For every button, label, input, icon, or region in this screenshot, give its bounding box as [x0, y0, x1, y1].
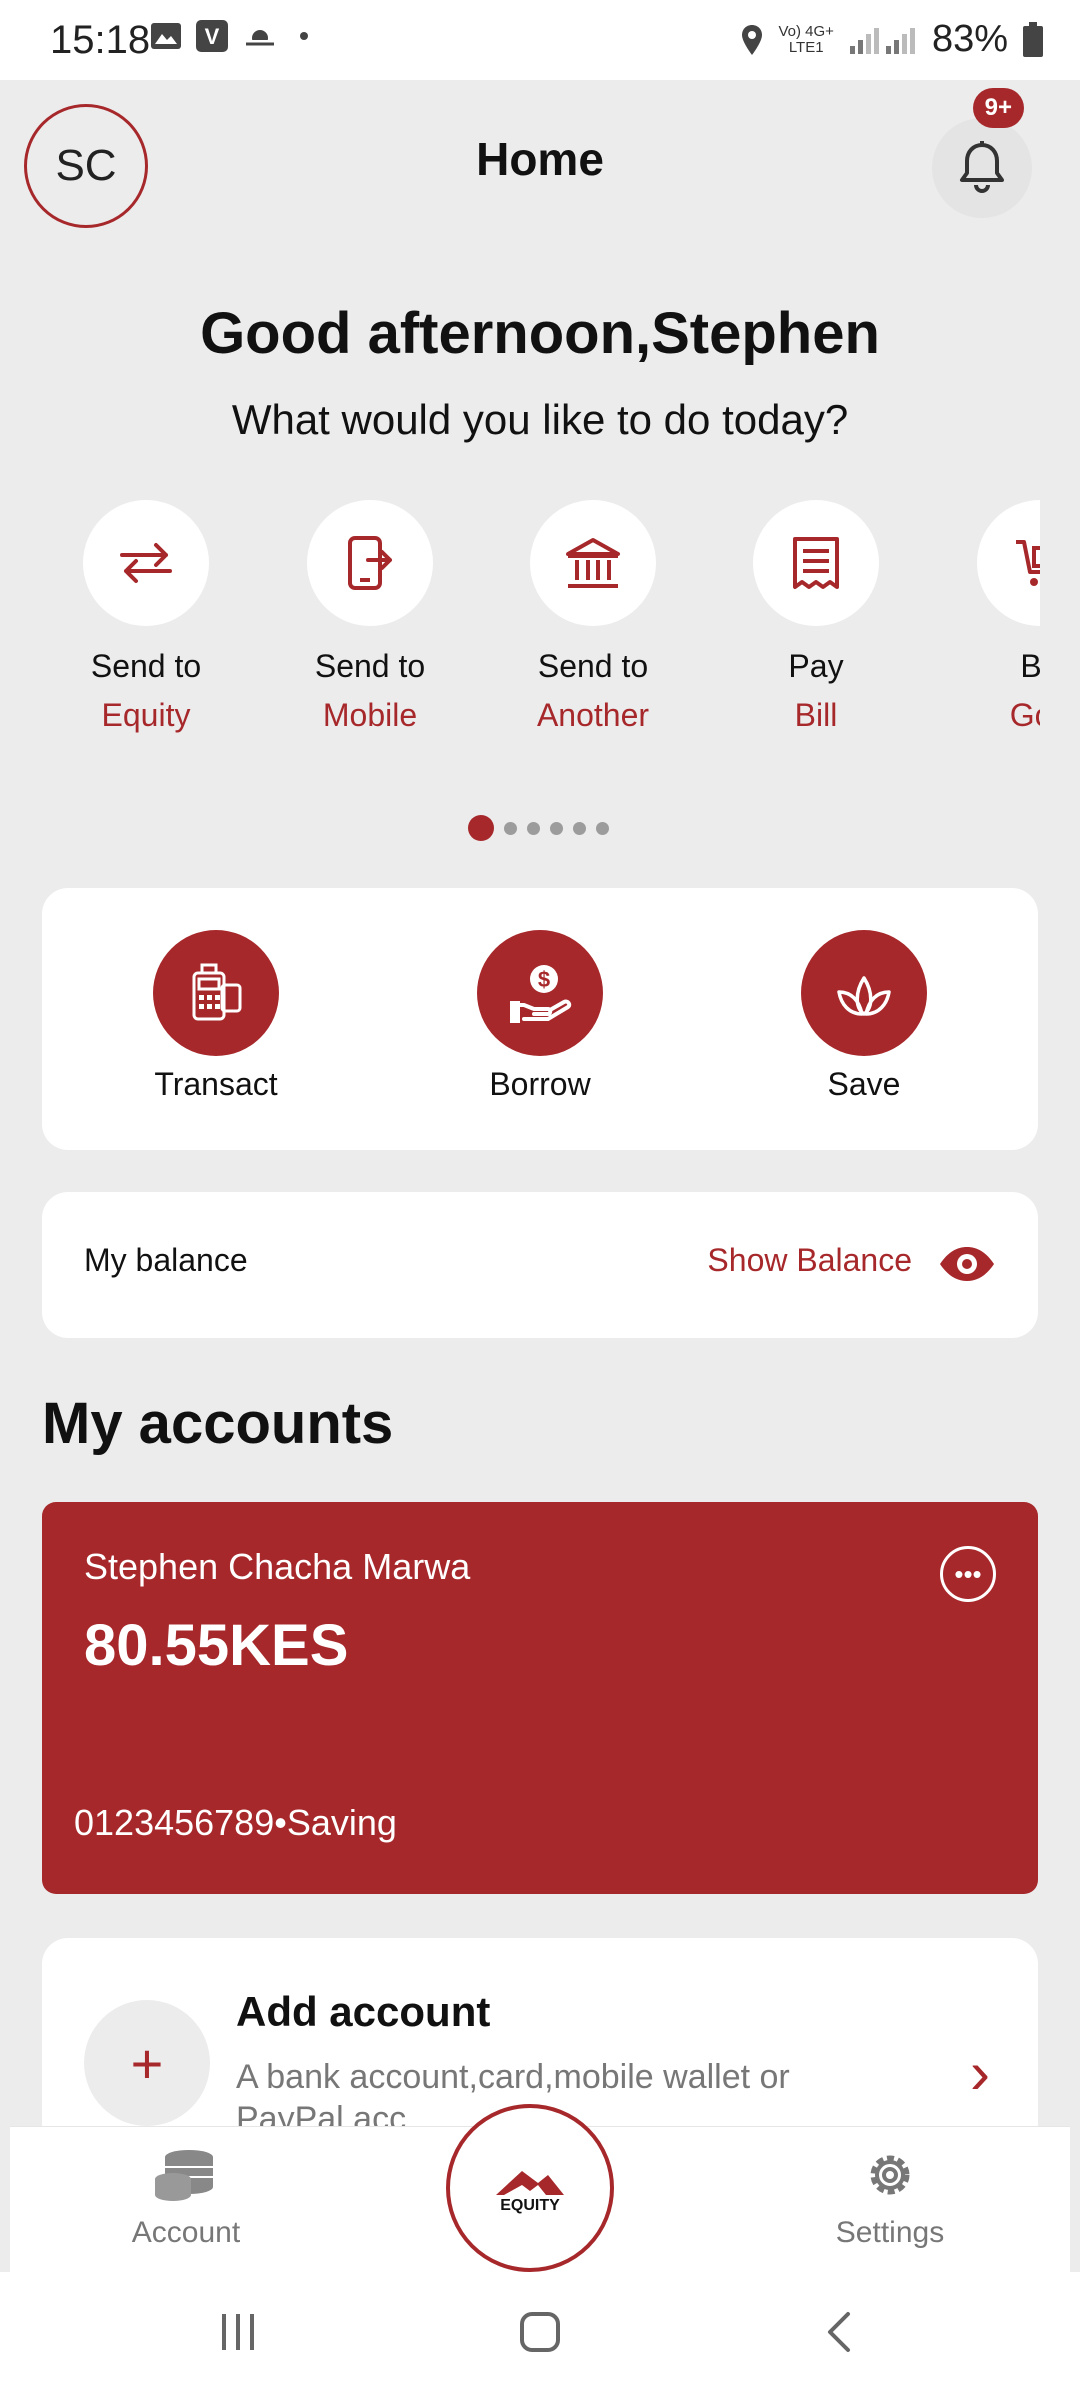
- carousel-dot: [527, 821, 540, 835]
- equity-logo-icon: [496, 2171, 564, 2195]
- svg-text:V: V: [205, 24, 220, 49]
- quick-action-line1: Bu: [1020, 648, 1040, 684]
- account-card[interactable]: Stephen Chacha Marwa 80.55KES ••• 012345…: [42, 1502, 1038, 1894]
- greeting-subtitle: What would you like to do today?: [231, 396, 849, 443]
- carousel-dot: [573, 821, 586, 835]
- transfer-arrows-icon: [120, 543, 172, 583]
- cart-icon: [1016, 540, 1040, 586]
- status-left-icons: V: [150, 20, 308, 52]
- hand-money-icon: $: [510, 965, 572, 1023]
- notification-badge: 9+: [972, 88, 1024, 128]
- carousel-dot: [596, 821, 609, 835]
- quick-action-line2: Bill: [794, 697, 838, 733]
- quick-action-send-to-another[interactable]: Send to Another: [493, 500, 693, 734]
- add-account-title: Add account: [236, 1988, 491, 2035]
- save-circle: [801, 930, 927, 1056]
- account-number: 0123456789•Saving: [74, 1802, 397, 1843]
- quick-action-line2: Equity: [101, 697, 191, 733]
- balance-card: My balance Show Balance: [42, 1192, 1038, 1338]
- battery-icon: [1023, 21, 1043, 57]
- gallery-icon: [151, 23, 181, 49]
- borrow-label: Borrow: [489, 1066, 591, 1102]
- equity-home-button[interactable]: EQUITY: [446, 2104, 614, 2272]
- coins-stack-icon: [155, 2150, 213, 2201]
- signal-icon: [849, 27, 915, 54]
- quick-action-circle: [307, 500, 433, 626]
- nav-account[interactable]: Account: [86, 2147, 286, 2250]
- quick-action-line1: Send to: [314, 648, 426, 684]
- bell-icon: [960, 141, 1004, 193]
- show-balance-link[interactable]: Show Balance: [707, 1242, 912, 1279]
- eye-icon[interactable]: [938, 1244, 996, 1284]
- carousel-dot: [550, 821, 563, 835]
- nav-settings-label: Settings: [835, 2216, 945, 2249]
- save-label: Save: [827, 1066, 901, 1102]
- equity-logo-text: EQUITY: [500, 2197, 560, 2214]
- bank-icon: [566, 538, 620, 588]
- quick-action-circle: [977, 500, 1040, 626]
- page-title: Home: [476, 133, 604, 185]
- quick-action-send-to-mobile[interactable]: Send to Mobile: [270, 500, 470, 734]
- back-icon[interactable]: [820, 2310, 864, 2354]
- quick-action-line1: Send to: [90, 648, 202, 684]
- gear-icon: [870, 2155, 910, 2195]
- status-right: Vo) 4G+ LTE1 83%: [740, 18, 1044, 61]
- battery-percent: 83%: [931, 18, 1008, 60]
- notifications-button[interactable]: [932, 118, 1032, 218]
- status-bar: 15:18 V Vo) 4G+ LTE1 83%: [0, 0, 1080, 80]
- greeting-title: Good afternoon,Stephen: [200, 301, 880, 366]
- mobile-send-icon: [348, 536, 392, 590]
- save-button[interactable]: Save: [754, 930, 974, 1103]
- svg-text:$: $: [538, 967, 550, 992]
- quick-action-line2: Goo: [1009, 697, 1040, 733]
- carousel-dot-active: [468, 815, 494, 841]
- recent-apps-icon[interactable]: [216, 2310, 260, 2354]
- nav-account-label: Account: [131, 2216, 241, 2249]
- quick-action-pay-bill[interactable]: Pay Bill: [716, 500, 916, 734]
- account-balance: 80.55KES: [84, 1613, 349, 1678]
- carousel-indicator: [468, 815, 609, 841]
- quick-action-line2: Mobile: [322, 697, 418, 733]
- my-accounts-title: My accounts: [42, 1391, 394, 1456]
- quick-action-circle: [753, 500, 879, 626]
- status-dot-icon: [300, 32, 308, 40]
- bill-icon: [793, 537, 839, 589]
- balance-label: My balance: [84, 1242, 248, 1278]
- quick-action-send-to-equity[interactable]: Send to Equity: [46, 500, 246, 734]
- main-actions-card: Transact $ Borrow Save: [42, 888, 1038, 1150]
- nav-settings[interactable]: Settings: [790, 2147, 990, 2250]
- network-type: Vo) 4G+ LTE1: [778, 22, 834, 56]
- location-icon: [742, 24, 763, 55]
- network-bottom-text: LTE1: [788, 38, 824, 56]
- more-options-icon[interactable]: •••: [940, 1546, 996, 1602]
- quick-action-buy-goods[interactable]: Bu Goo: [940, 500, 1040, 734]
- chevron-right-icon: ›: [970, 2039, 990, 2106]
- app-header: SC Home 9+: [0, 80, 1080, 250]
- account-holder-name: Stephen Chacha Marwa: [84, 1546, 471, 1587]
- pos-terminal-icon: [192, 963, 242, 1021]
- transact-circle: [153, 930, 279, 1056]
- quick-actions-carousel[interactable]: Send to Equity Send to Mobile Send to An…: [0, 500, 1040, 760]
- carousel-dot: [504, 821, 517, 835]
- borrow-button[interactable]: $ Borrow: [430, 930, 650, 1103]
- borrow-circle: $: [477, 930, 603, 1056]
- quick-action-line2: Another: [536, 697, 650, 733]
- transact-button[interactable]: Transact: [106, 930, 326, 1103]
- system-navigation-bar: [0, 2272, 1080, 2400]
- status-time: 15:18: [50, 18, 151, 62]
- quick-action-line1: Send to: [537, 648, 649, 684]
- quick-action-circle: [530, 500, 656, 626]
- quick-action-circle: [83, 500, 209, 626]
- quick-action-line1: Pay: [788, 648, 844, 684]
- home-icon[interactable]: [518, 2310, 562, 2354]
- weather-icon: [244, 30, 276, 50]
- transact-label: Transact: [154, 1066, 278, 1102]
- network-top-text: Vo) 4G+: [778, 22, 834, 40]
- plant-icon: [837, 976, 891, 1016]
- v-app-icon: V: [196, 20, 228, 52]
- plus-icon: +: [84, 2000, 210, 2126]
